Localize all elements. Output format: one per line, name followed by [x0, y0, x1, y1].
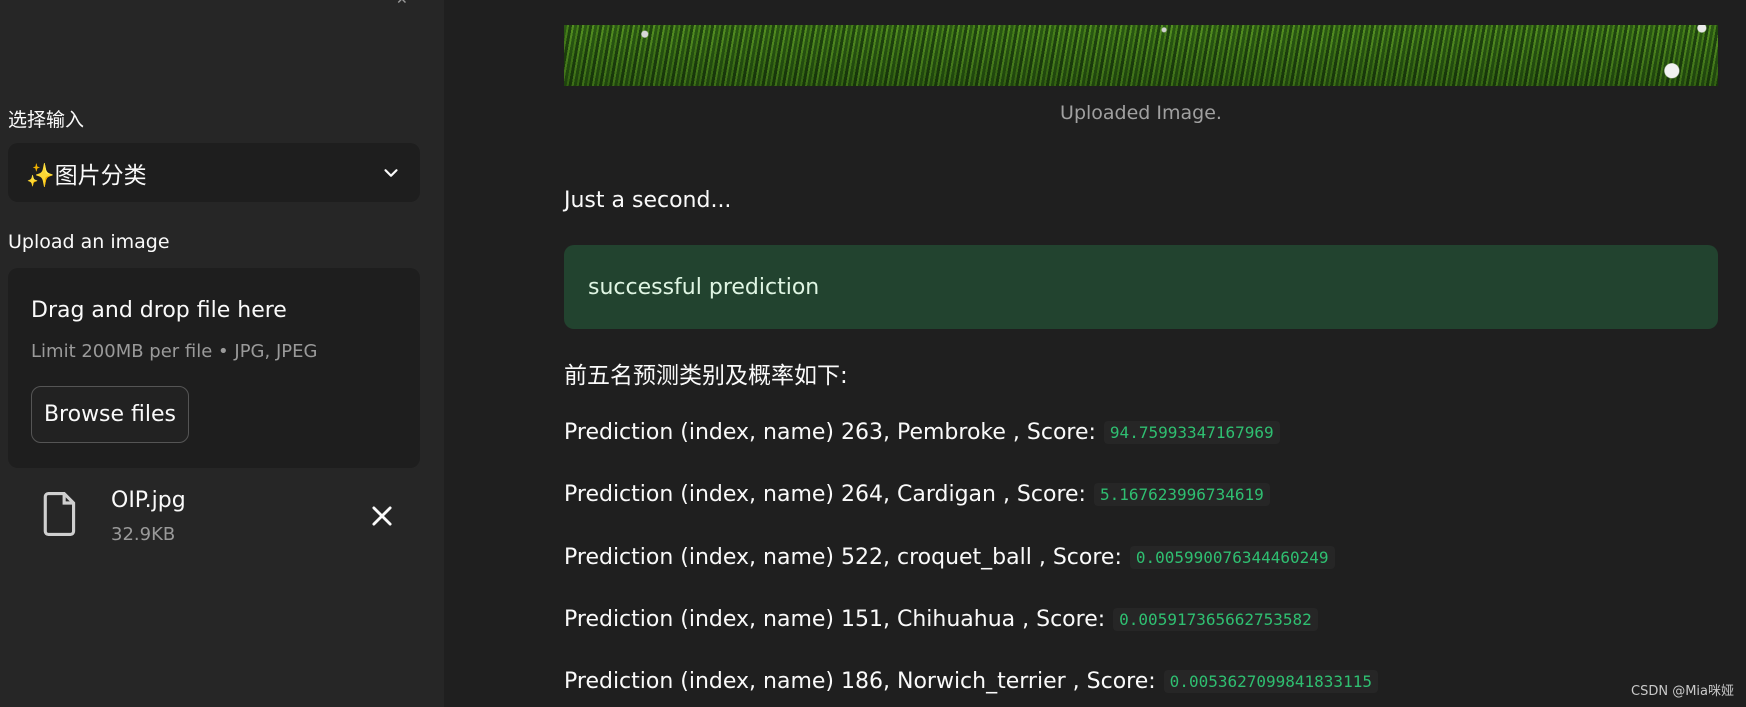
- prediction-text: Prediction (index, name) 263, Pembroke ,…: [564, 420, 1096, 445]
- prediction-row: Prediction (index, name) 264, Cardigan ,…: [564, 482, 1270, 507]
- close-icon[interactable]: [368, 502, 396, 530]
- file-size: 32.9KB: [111, 524, 176, 545]
- main-content: Uploaded Image. Just a second... success…: [444, 0, 1746, 707]
- file-dropzone[interactable]: Drag and drop file here Limit 200MB per …: [8, 268, 420, 468]
- collapse-icon[interactable]: ✕: [396, 0, 408, 8]
- input-select[interactable]: ✨图片分类: [8, 143, 420, 202]
- watermark: CSDN @Mia咪娅: [1631, 684, 1734, 699]
- uploaded-file-item: OIP.jpg 32.9KB: [8, 482, 420, 552]
- prediction-row: Prediction (index, name) 522, croquet_ba…: [564, 545, 1335, 570]
- prediction-text: Prediction (index, name) 151, Chihuahua …: [564, 607, 1106, 632]
- prediction-text: Prediction (index, name) 522, croquet_ba…: [564, 545, 1122, 570]
- dropzone-limit: Limit 200MB per file • JPG, JPEG: [31, 341, 318, 362]
- prediction-score: 5.167623996734619: [1093, 483, 1270, 506]
- file-icon: [43, 492, 76, 536]
- uploaded-image: [564, 25, 1718, 86]
- success-message: successful prediction: [588, 274, 820, 300]
- prediction-row: Prediction (index, name) 151, Chihuahua …: [564, 607, 1318, 632]
- chevron-down-icon: [384, 168, 398, 177]
- prediction-score: 94.75993347167969: [1103, 421, 1280, 444]
- prediction-row: Prediction (index, name) 186, Norwich_te…: [564, 669, 1378, 694]
- image-caption: Uploaded Image.: [1060, 102, 1222, 124]
- wait-message: Just a second...: [564, 188, 732, 213]
- top5-heading: 前五名预测类别及概率如下:: [564, 363, 848, 389]
- file-name: OIP.jpg: [111, 488, 186, 513]
- prediction-row: Prediction (index, name) 263, Pembroke ,…: [564, 420, 1280, 445]
- input-select-value: ✨图片分类: [26, 162, 147, 189]
- prediction-score: 0.005917365662753582: [1113, 608, 1318, 631]
- prediction-text: Prediction (index, name) 186, Norwich_te…: [564, 669, 1156, 694]
- success-alert: successful prediction: [564, 245, 1718, 329]
- upload-label: Upload an image: [8, 231, 170, 253]
- prediction-score: 0.0053627099841833115: [1163, 670, 1378, 693]
- browse-files-button[interactable]: Browse files: [31, 386, 189, 443]
- dropzone-title: Drag and drop file here: [31, 298, 287, 323]
- prediction-text: Prediction (index, name) 264, Cardigan ,…: [564, 482, 1086, 507]
- input-select-label: 选择输入: [8, 109, 85, 131]
- sidebar: ✕ 选择输入 ✨图片分类 Upload an image Drag and dr…: [0, 0, 444, 707]
- app-root: ✕ 选择输入 ✨图片分类 Upload an image Drag and dr…: [0, 0, 1746, 707]
- prediction-score: 0.005990076344460249: [1129, 546, 1335, 569]
